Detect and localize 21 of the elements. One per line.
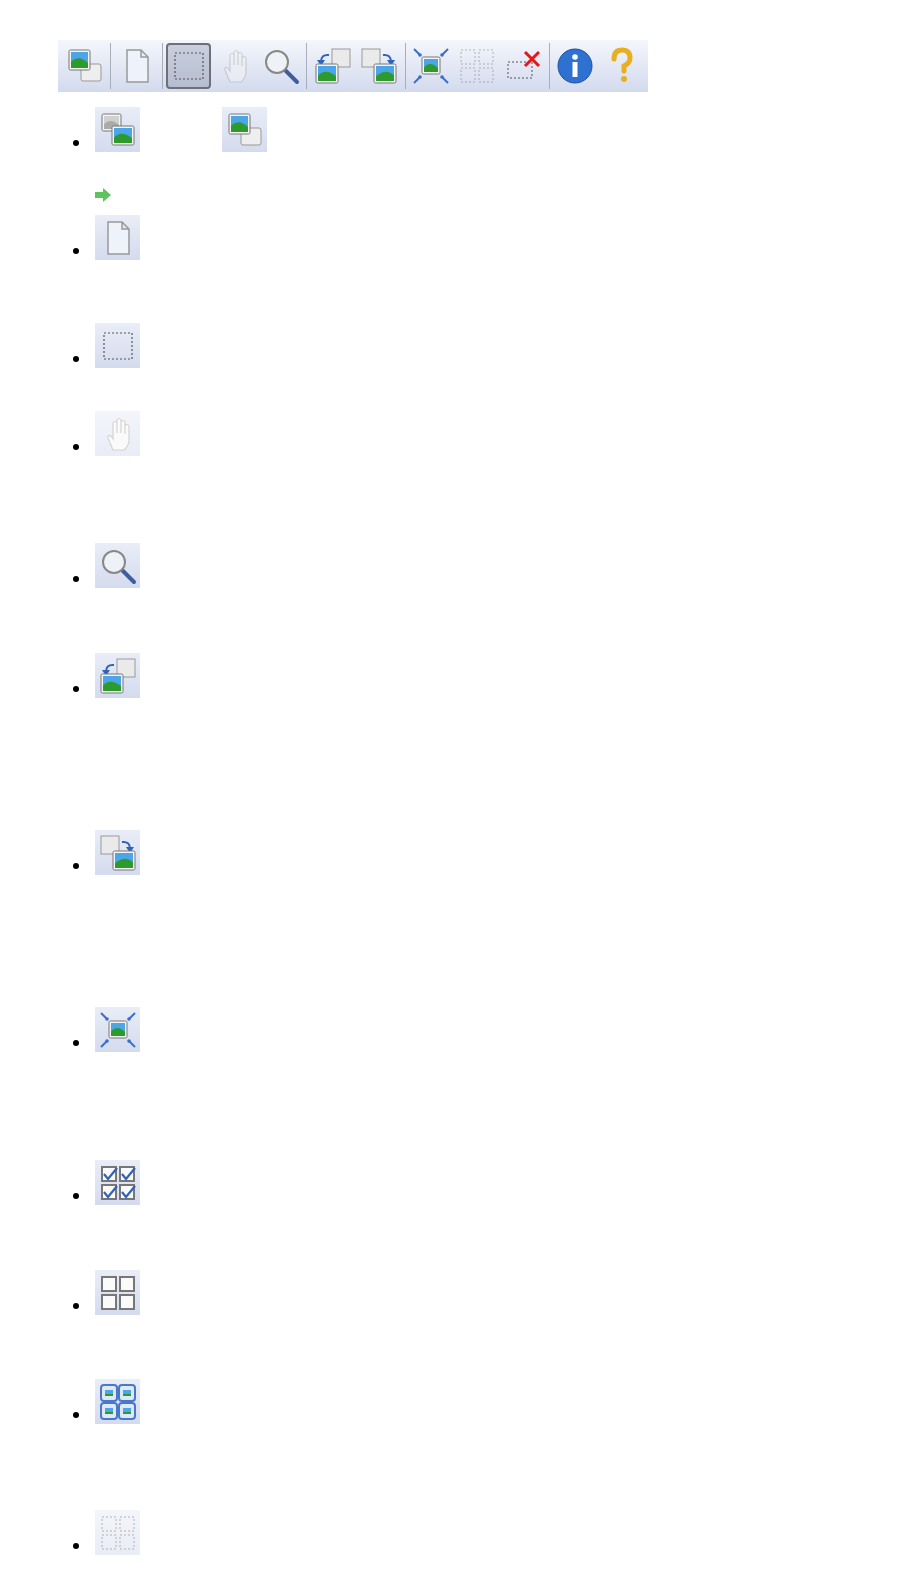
bullet xyxy=(73,576,79,582)
bullet xyxy=(73,356,79,362)
auto-crop-icon xyxy=(97,1009,138,1050)
bullet xyxy=(73,1040,79,1046)
bullet xyxy=(73,1412,79,1418)
info-icon xyxy=(555,46,596,86)
bullet xyxy=(73,1193,79,1199)
bullet xyxy=(73,863,79,869)
rotate-left-icon xyxy=(312,46,353,86)
bullet xyxy=(73,1543,79,1549)
thumbnail-grid-icon xyxy=(97,1381,138,1422)
crop-button[interactable] xyxy=(166,43,212,89)
bullet xyxy=(73,248,79,254)
rotate-right-icon xyxy=(97,832,138,873)
bullet xyxy=(73,1303,79,1309)
auto-crop-icon xyxy=(411,46,452,86)
bullet xyxy=(73,140,79,146)
rotate-right-icon xyxy=(359,46,400,86)
bullet xyxy=(73,444,79,450)
bullet xyxy=(73,686,79,692)
rotate-left-icon xyxy=(97,655,138,696)
